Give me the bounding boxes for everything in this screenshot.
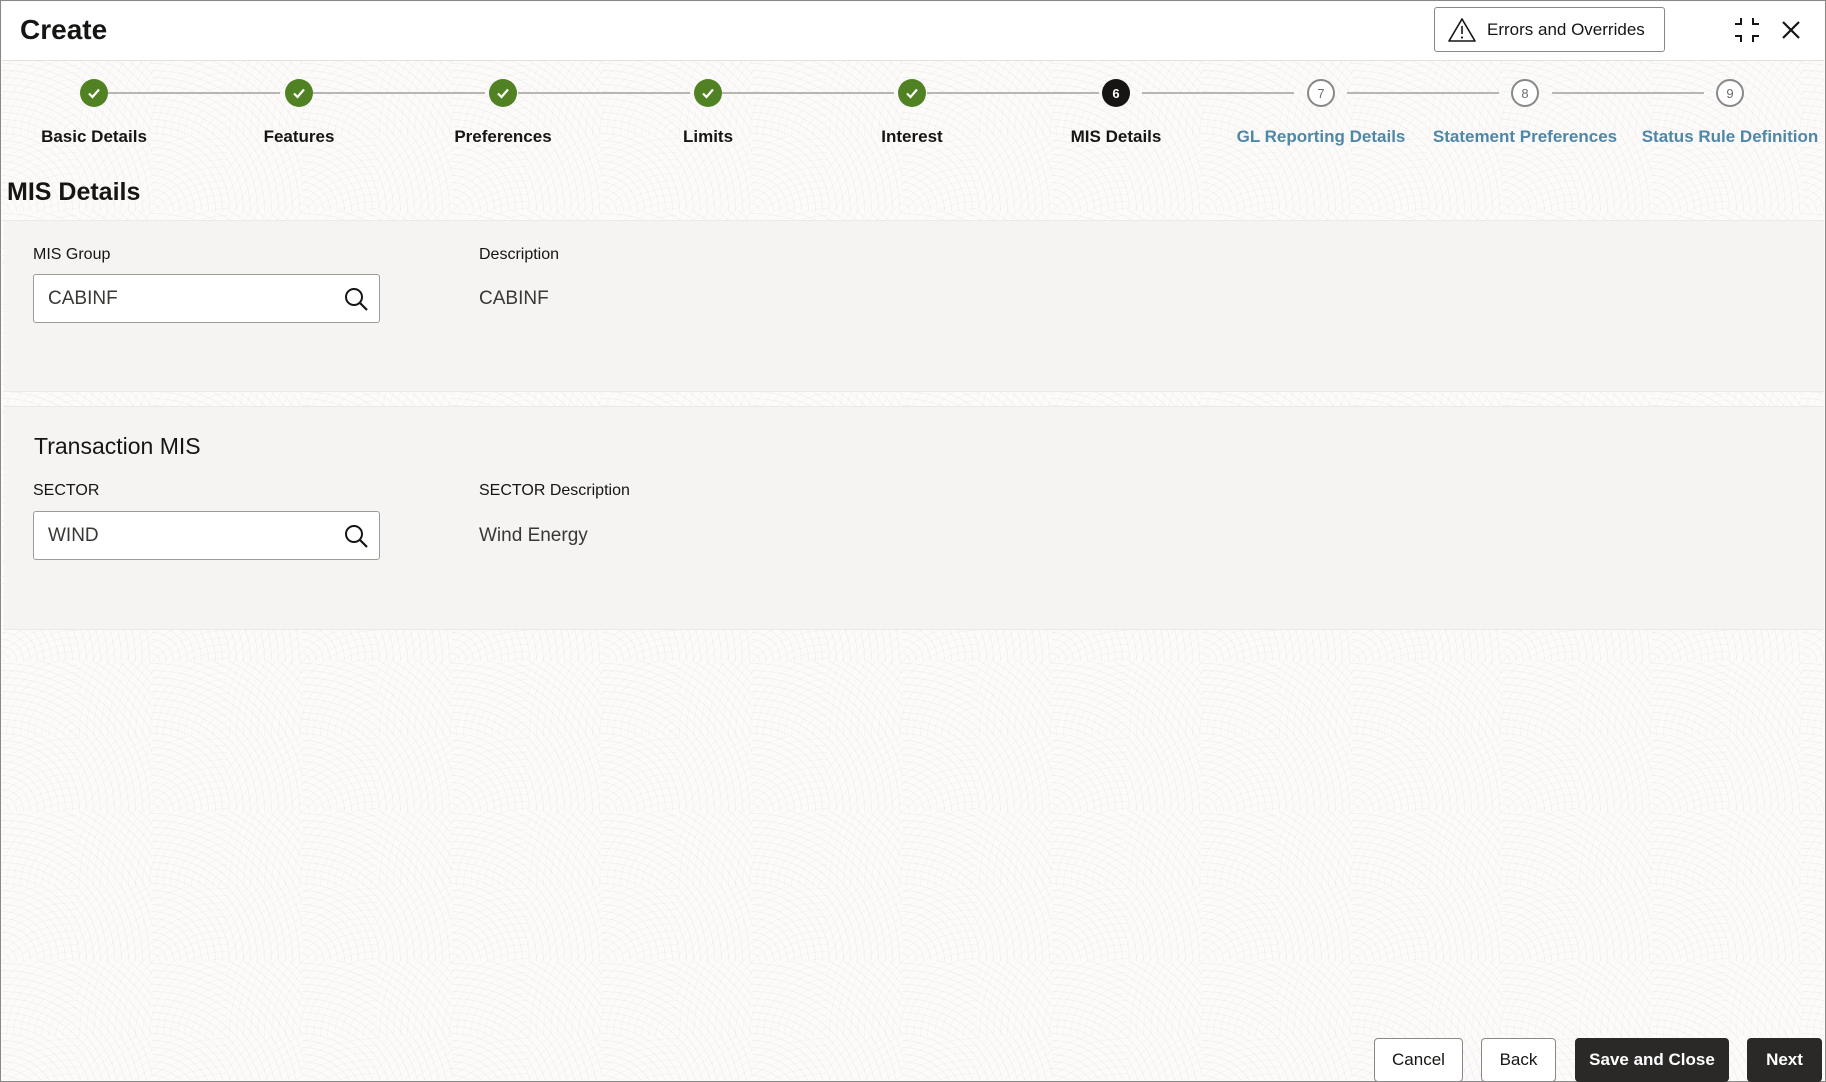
description-label: Description bbox=[479, 246, 560, 263]
train-connector bbox=[313, 92, 485, 94]
train-label-gl-reporting-details[interactable]: GL Reporting Details bbox=[1237, 127, 1406, 147]
train-stop-limits[interactable] bbox=[694, 79, 722, 107]
sector-description-label: SECTOR Description bbox=[479, 482, 630, 499]
search-icon[interactable] bbox=[343, 286, 369, 312]
train-stop-preferences[interactable] bbox=[489, 79, 517, 107]
train-stop-features[interactable] bbox=[285, 79, 313, 107]
train-stop-interest[interactable] bbox=[898, 79, 926, 107]
train-connector bbox=[108, 92, 280, 94]
train-stop-number: 7 bbox=[1317, 85, 1325, 101]
train-label-features[interactable]: Features bbox=[264, 127, 335, 147]
train-label-limits[interactable]: Limits bbox=[683, 127, 733, 147]
train-stop-number: 9 bbox=[1726, 85, 1734, 101]
back-button[interactable]: Back bbox=[1481, 1038, 1556, 1082]
train-connector bbox=[927, 92, 1099, 94]
train-connector bbox=[1552, 92, 1704, 94]
train-label-interest[interactable]: Interest bbox=[881, 127, 942, 147]
close-icon[interactable] bbox=[1775, 14, 1807, 46]
next-button[interactable]: Next bbox=[1747, 1038, 1822, 1082]
train-connector bbox=[1347, 92, 1499, 94]
train-label-basic-details[interactable]: Basic Details bbox=[41, 127, 147, 147]
checkmark-icon bbox=[88, 88, 100, 99]
train-stop-number: 6 bbox=[1112, 85, 1120, 101]
page-title: MIS Details bbox=[7, 178, 141, 206]
sector-description-value: Wind Energy bbox=[479, 525, 588, 546]
mis-group-panel: MIS Group CABINF Description CABINF bbox=[4, 220, 1824, 392]
mis-group-input[interactable]: CABINF bbox=[33, 274, 380, 323]
train-stop-number: 8 bbox=[1521, 85, 1529, 101]
train-stop-gl-reporting-details[interactable]: 7 bbox=[1307, 79, 1335, 107]
train-label-mis-details[interactable]: MIS Details bbox=[1071, 127, 1162, 147]
section-title: Transaction MIS bbox=[34, 433, 201, 459]
train-connector bbox=[518, 92, 690, 94]
checkmark-icon bbox=[702, 88, 714, 99]
collapse-icon[interactable] bbox=[1731, 14, 1763, 46]
errors-and-overrides-button[interactable]: Errors and Overrides bbox=[1434, 7, 1665, 52]
description-value: CABINF bbox=[479, 288, 549, 309]
train-stop-basic-details[interactable] bbox=[80, 79, 108, 107]
train-stop-status-rule-definition[interactable]: 9 bbox=[1716, 79, 1744, 107]
sector-input[interactable]: WIND bbox=[33, 511, 380, 560]
checkmark-icon bbox=[497, 88, 509, 99]
mis-group-label: MIS Group bbox=[33, 246, 111, 263]
checkmark-icon bbox=[293, 88, 305, 99]
dialog-header: Create Errors and Overrides bbox=[2, 2, 1824, 61]
sector-value: WIND bbox=[48, 524, 99, 546]
transaction-mis-panel: Transaction MIS SECTOR WIND SECTOR Descr… bbox=[4, 406, 1824, 630]
train-connector bbox=[1142, 92, 1294, 94]
train-stop-mis-details[interactable]: 6 bbox=[1102, 79, 1130, 107]
train-label-statement-preferences[interactable]: Statement Preferences bbox=[1433, 127, 1617, 147]
train-label-status-rule-definition[interactable]: Status Rule Definition bbox=[1642, 127, 1819, 147]
mis-group-value: CABINF bbox=[48, 287, 118, 309]
train-connector bbox=[722, 92, 894, 94]
train-label-preferences[interactable]: Preferences bbox=[454, 127, 551, 147]
errors-button-label: Errors and Overrides bbox=[1487, 19, 1645, 39]
save-and-close-button[interactable]: Save and Close bbox=[1575, 1038, 1729, 1082]
checkmark-icon bbox=[906, 88, 918, 99]
search-icon[interactable] bbox=[343, 523, 369, 549]
train-stop-statement-preferences[interactable]: 8 bbox=[1511, 79, 1539, 107]
warning-icon bbox=[1448, 17, 1476, 42]
cancel-button[interactable]: Cancel bbox=[1374, 1038, 1463, 1082]
dialog-title: Create bbox=[20, 14, 108, 45]
dialog-window: Create Errors and Overrides Basic Detail… bbox=[0, 0, 1826, 1082]
sector-label: SECTOR bbox=[33, 482, 100, 499]
